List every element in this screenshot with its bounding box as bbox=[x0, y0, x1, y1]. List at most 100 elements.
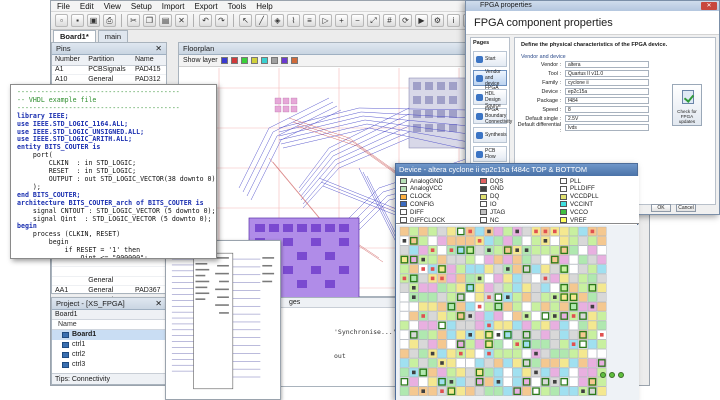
pin-cell[interactable] bbox=[399, 226, 409, 236]
pin-cell[interactable] bbox=[578, 245, 588, 255]
pin-cell[interactable] bbox=[578, 377, 588, 387]
pin-cell[interactable] bbox=[512, 349, 522, 359]
pin-cell[interactable] bbox=[550, 320, 560, 330]
pin-cell[interactable] bbox=[540, 292, 550, 302]
pin-cell[interactable] bbox=[540, 367, 550, 377]
pin-cell[interactable] bbox=[522, 236, 532, 246]
pin-cell[interactable] bbox=[446, 264, 456, 274]
pin-cell[interactable] bbox=[428, 255, 438, 265]
close-icon[interactable]: ✕ bbox=[155, 298, 162, 310]
pin-cell[interactable] bbox=[559, 320, 569, 330]
pin-cell[interactable] bbox=[569, 236, 579, 246]
pin-cell[interactable] bbox=[399, 302, 409, 312]
pin-cell[interactable] bbox=[465, 367, 475, 377]
pin-cell[interactable] bbox=[475, 349, 485, 359]
column-header[interactable]: Name bbox=[131, 55, 166, 66]
pin-cell[interactable] bbox=[493, 367, 503, 377]
pin-cell[interactable] bbox=[437, 330, 447, 340]
pin-cell[interactable] bbox=[399, 339, 409, 349]
pin-cell[interactable] bbox=[503, 273, 513, 283]
schematic-sheet[interactable] bbox=[165, 240, 281, 400]
pin-cell[interactable] bbox=[437, 302, 447, 312]
pin-cell[interactable] bbox=[399, 245, 409, 255]
pin-cell[interactable] bbox=[493, 339, 503, 349]
pin-cell[interactable] bbox=[512, 367, 522, 377]
pin-cell[interactable] bbox=[540, 283, 550, 293]
pin-cell[interactable] bbox=[493, 311, 503, 321]
pin-cell[interactable] bbox=[475, 320, 485, 330]
pin-cell[interactable] bbox=[569, 367, 579, 377]
pin-cell[interactable] bbox=[437, 311, 447, 321]
close-icon[interactable]: ✕ bbox=[155, 43, 162, 55]
pointer-icon[interactable]: ↖ bbox=[239, 14, 252, 27]
menu-help[interactable]: Help bbox=[256, 2, 272, 11]
pin-cell[interactable] bbox=[475, 339, 485, 349]
page-item[interactable]: FPGA HDL Design Source bbox=[473, 85, 507, 109]
pin-cell[interactable] bbox=[465, 264, 475, 274]
pin-cell[interactable] bbox=[418, 330, 428, 340]
pin-cell[interactable] bbox=[418, 226, 428, 236]
pin-cell[interactable] bbox=[428, 283, 438, 293]
pin-cell[interactable] bbox=[522, 367, 532, 377]
pin-cell[interactable] bbox=[503, 236, 513, 246]
pin-cell[interactable] bbox=[503, 311, 513, 321]
menu-export[interactable]: Export bbox=[194, 2, 217, 11]
pin-cell[interactable] bbox=[550, 339, 560, 349]
pin-cell[interactable] bbox=[428, 311, 438, 321]
pin-cell[interactable] bbox=[587, 358, 597, 368]
pin-cell[interactable] bbox=[540, 386, 550, 396]
pin-cell[interactable] bbox=[456, 320, 466, 330]
pin-cell[interactable] bbox=[540, 245, 550, 255]
pin-cell[interactable] bbox=[418, 320, 428, 330]
page-item[interactable]: PCB Flow bbox=[473, 146, 507, 162]
pin-cell[interactable] bbox=[550, 236, 560, 246]
pin-cell[interactable] bbox=[418, 245, 428, 255]
pin-cell[interactable] bbox=[522, 386, 532, 396]
pin-cell[interactable] bbox=[597, 311, 607, 321]
pin-cell[interactable] bbox=[409, 311, 419, 321]
vhdl-code-editor[interactable]: ----------------------------------------… bbox=[10, 84, 217, 259]
pin-cell[interactable] bbox=[428, 330, 438, 340]
pin-cell[interactable] bbox=[493, 264, 503, 274]
pin-cell[interactable] bbox=[437, 236, 447, 246]
paste-icon[interactable]: ▤ bbox=[159, 14, 172, 27]
pin-cell[interactable] bbox=[456, 377, 466, 387]
layer-toggle[interactable] bbox=[290, 57, 298, 64]
pin-cell[interactable] bbox=[493, 255, 503, 265]
pin-cell[interactable] bbox=[522, 292, 532, 302]
cut-icon[interactable]: ✂ bbox=[127, 14, 140, 27]
pin-cell[interactable] bbox=[522, 226, 532, 236]
pin-cell[interactable] bbox=[559, 358, 569, 368]
pin-cell[interactable] bbox=[559, 273, 569, 283]
zoom-fit-icon[interactable]: ⤢ bbox=[367, 14, 380, 27]
pin-cell[interactable] bbox=[465, 292, 475, 302]
pin-cell[interactable] bbox=[418, 358, 428, 368]
pin-cell[interactable] bbox=[587, 320, 597, 330]
pin-cell[interactable] bbox=[512, 255, 522, 265]
pin-cell[interactable] bbox=[569, 226, 579, 236]
field-select[interactable]: 8 bbox=[565, 106, 649, 113]
pin-cell[interactable] bbox=[531, 339, 541, 349]
pin-cell[interactable] bbox=[597, 377, 607, 387]
layer-toggle[interactable] bbox=[270, 57, 278, 64]
info-icon[interactable]: i bbox=[447, 14, 460, 27]
pin-cell[interactable] bbox=[503, 302, 513, 312]
layer-toggle[interactable] bbox=[230, 57, 238, 64]
pin-cell[interactable] bbox=[465, 377, 475, 387]
pin-cell[interactable] bbox=[559, 302, 569, 312]
pin-cell[interactable] bbox=[569, 283, 579, 293]
save-icon[interactable]: ▪ bbox=[71, 14, 84, 27]
pin-cell[interactable] bbox=[569, 377, 579, 387]
menu-import[interactable]: Import bbox=[162, 2, 185, 11]
pin-cell[interactable] bbox=[456, 283, 466, 293]
pin-cell[interactable] bbox=[578, 226, 588, 236]
cancel-button[interactable]: Cancel bbox=[676, 204, 696, 212]
pin-cell[interactable] bbox=[428, 358, 438, 368]
field-select[interactable]: f484 bbox=[565, 97, 649, 104]
pin-cell[interactable] bbox=[484, 358, 494, 368]
pin-cell[interactable] bbox=[522, 320, 532, 330]
pin-cell[interactable] bbox=[522, 302, 532, 312]
pin-cell[interactable] bbox=[484, 311, 494, 321]
pin-cell[interactable] bbox=[587, 349, 597, 359]
project-item[interactable]: ctrl2 bbox=[52, 350, 166, 360]
